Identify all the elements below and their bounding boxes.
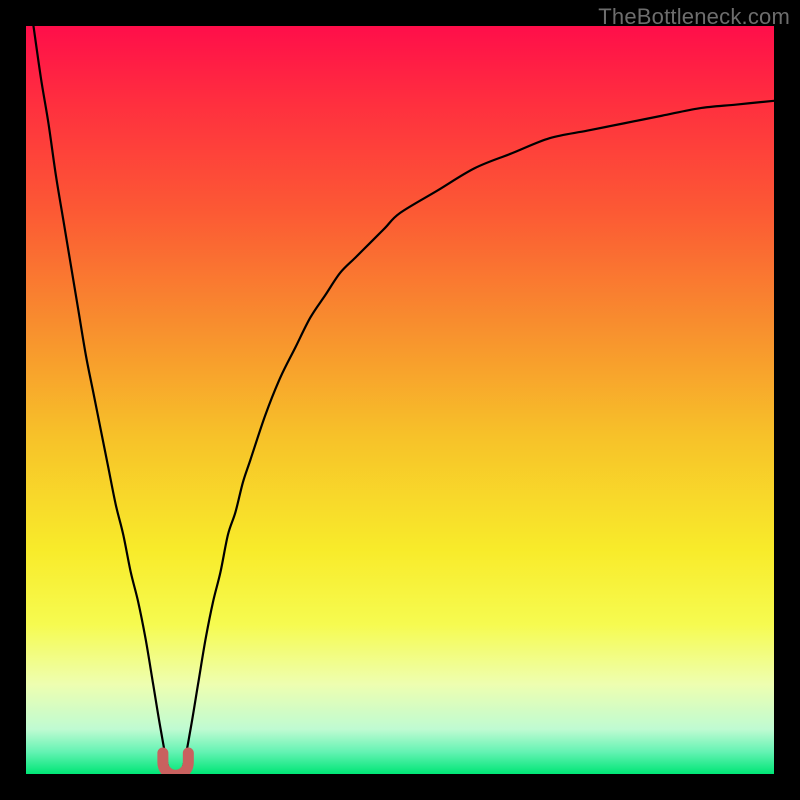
minimum-marker <box>163 753 188 774</box>
curve-layer <box>26 26 774 774</box>
bottleneck-curve <box>33 26 774 774</box>
watermark-label: TheBottleneck.com <box>598 4 790 30</box>
chart-frame: TheBottleneck.com <box>0 0 800 800</box>
plot-area <box>26 26 774 774</box>
